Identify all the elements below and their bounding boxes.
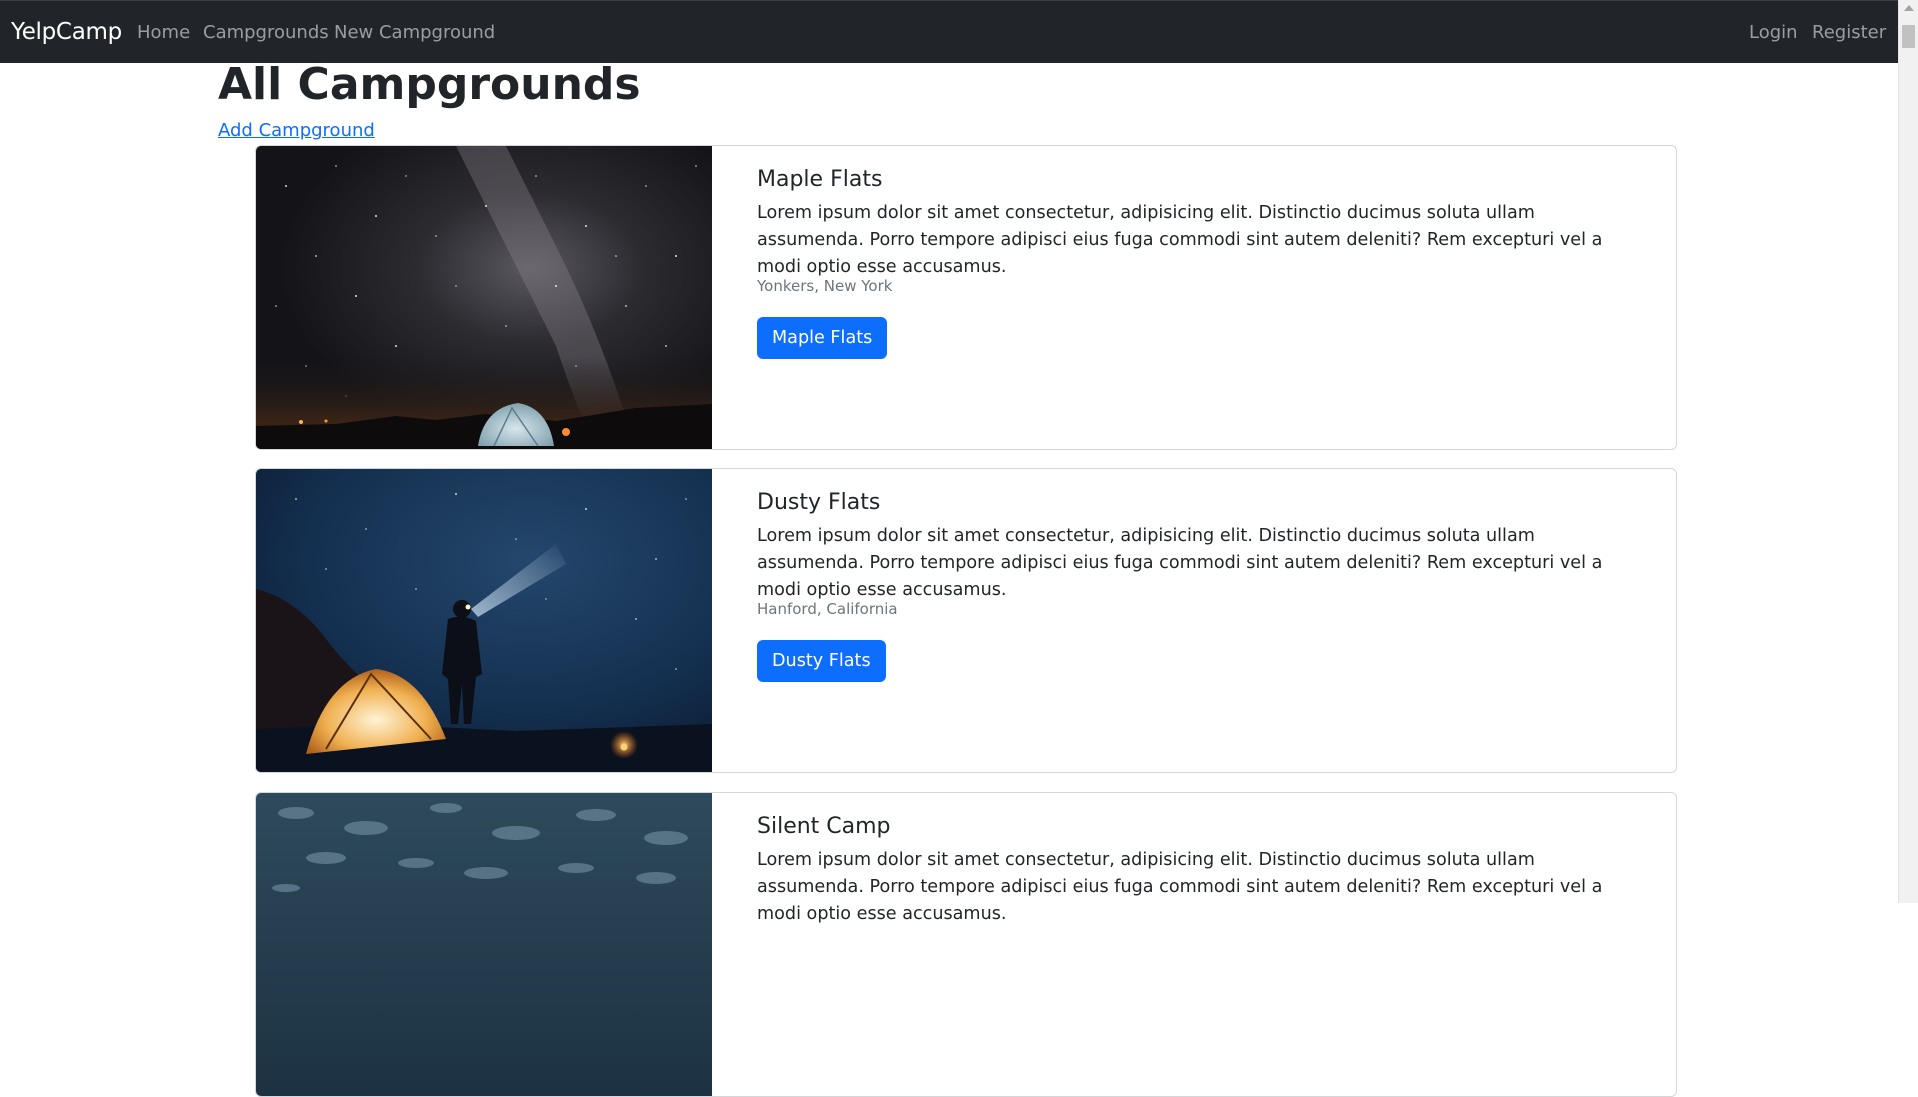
campground-card: Silent Camp Lorem ipsum dolor sit amet c… [255,792,1677,1097]
card-location: Hanford, California [757,600,898,618]
campground-card: Dusty Flats Lorem ipsum dolor sit amet c… [255,468,1677,773]
card-location: Yonkers, New York [757,277,893,295]
navbar: YelpCamp Home Campgrounds New Campground… [0,0,1898,63]
campground-image [256,146,712,449]
cloudy-sky-photo [256,793,712,1096]
scroll-thumb[interactable] [1902,25,1915,48]
brand-link[interactable]: YelpCamp [11,19,122,45]
campground-image [256,469,712,772]
card-description: Lorem ipsum dolor sit amet consectetur, … [757,850,1603,924]
nav-link-campgrounds[interactable]: Campgrounds [203,22,329,43]
nav-link-login[interactable]: Login [1749,22,1798,43]
scroll-up-arrow-icon[interactable] [1904,5,1914,11]
hiker-headlamp-tent-photo [256,469,712,772]
nav-link-new-campground[interactable]: New Campground [334,22,495,43]
night-sky-tent-photo [256,146,712,449]
campground-card: Maple Flats Lorem ipsum dolor sit amet c… [255,145,1677,450]
view-campground-button[interactable]: Dusty Flats [757,640,886,682]
campground-image [256,793,712,1096]
nav-link-home[interactable]: Home [137,22,190,43]
card-title: Dusty Flats [757,490,881,515]
view-campground-button[interactable]: Maple Flats [757,317,888,359]
card-title: Silent Camp [757,814,891,839]
card-title: Maple Flats [757,167,883,192]
add-campground-link[interactable]: Add Campground [218,120,375,141]
nav-link-register[interactable]: Register [1812,22,1886,43]
page-scrollbar[interactable] [1898,0,1918,903]
card-description: Lorem ipsum dolor sit amet consectetur, … [757,526,1603,600]
card-description: Lorem ipsum dolor sit amet consectetur, … [757,203,1603,277]
page-title: All Campgrounds [218,59,641,110]
